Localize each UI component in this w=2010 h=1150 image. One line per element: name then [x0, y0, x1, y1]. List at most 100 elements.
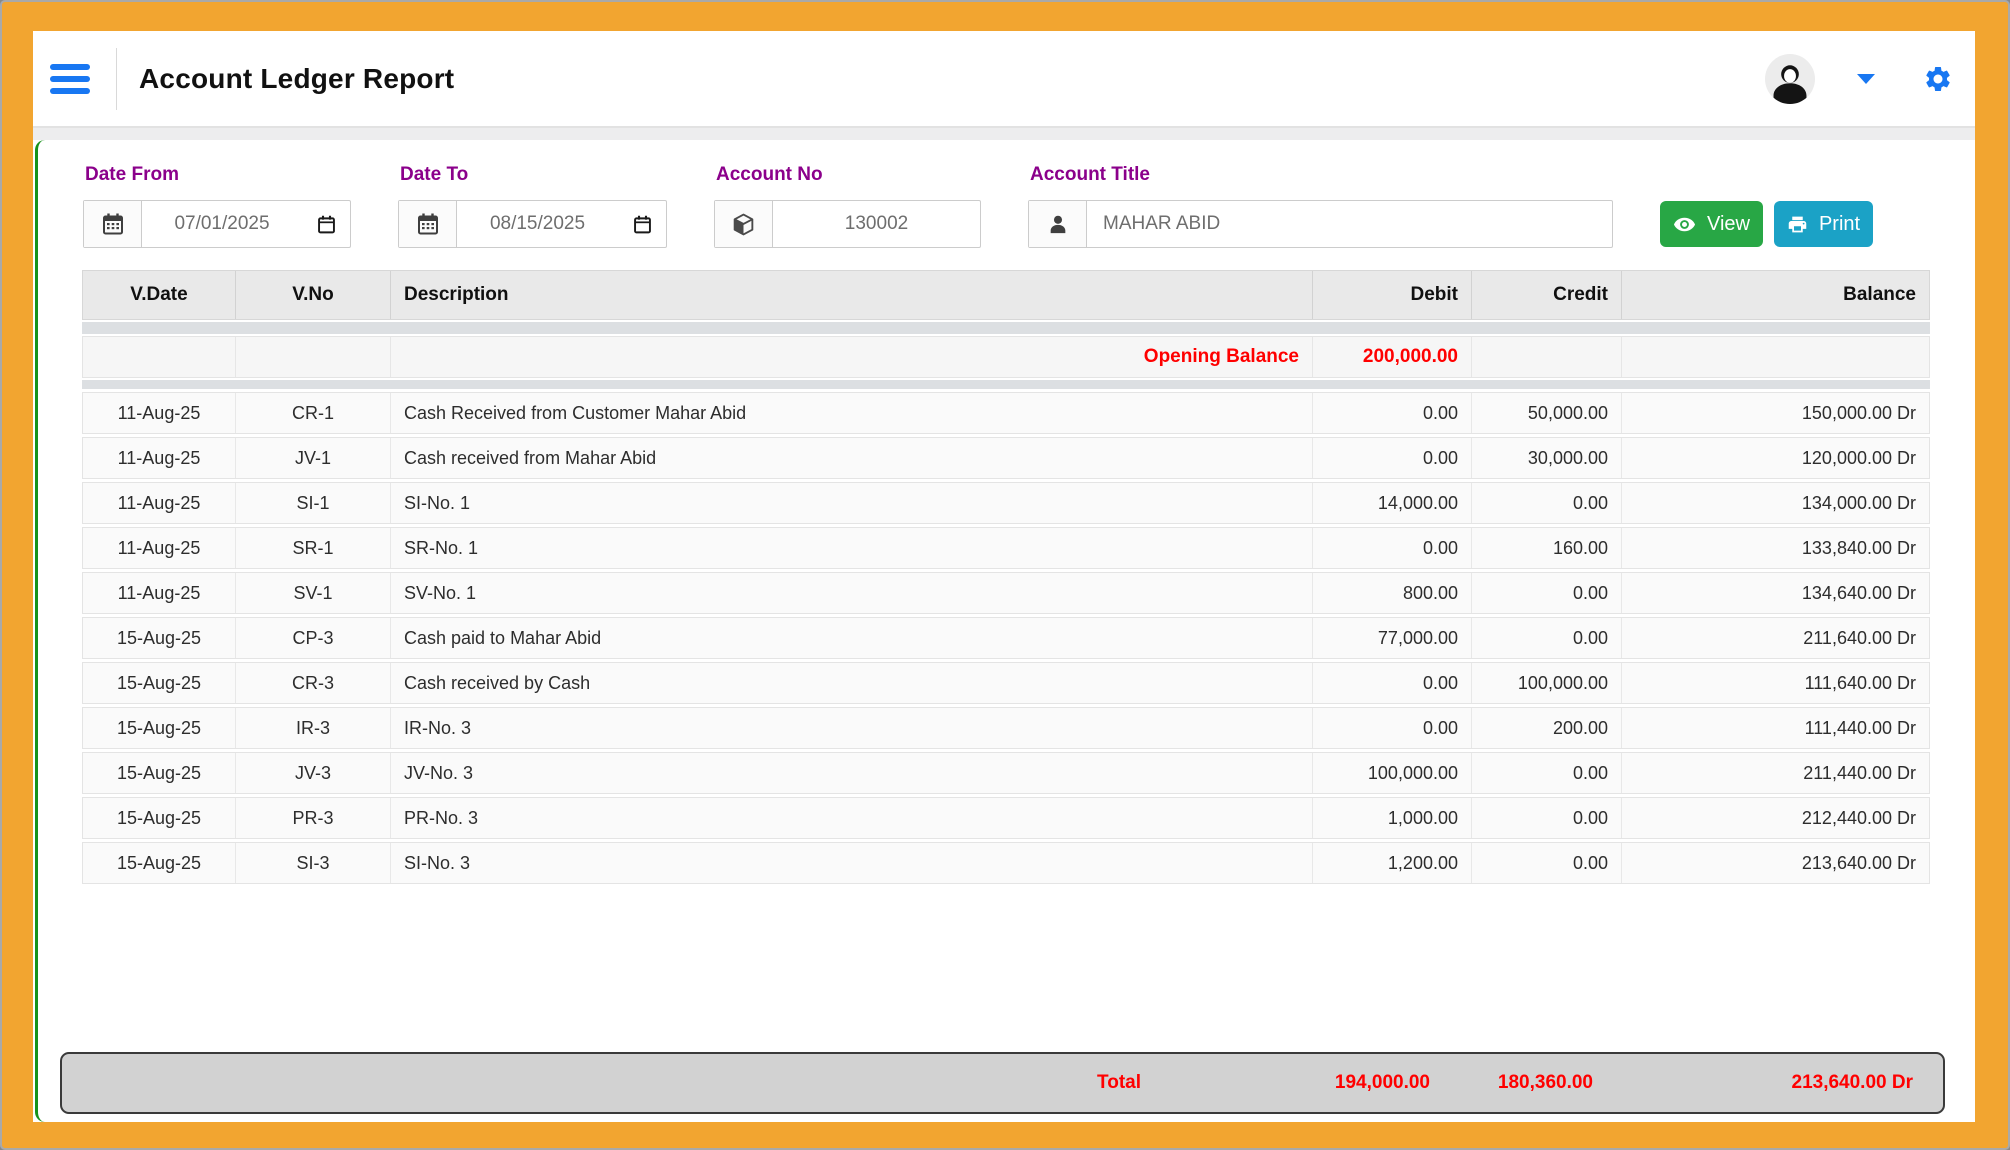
cell-description: Cash received from Mahar Abid	[391, 438, 1313, 478]
table-row: 15-Aug-25 JV-3 JV-No. 3 100,000.00 0.00 …	[82, 752, 1930, 794]
eye-icon	[1673, 213, 1696, 236]
column-header-vno: V.No	[236, 271, 391, 319]
menu-button[interactable]	[50, 60, 92, 98]
opening-balance-debit: 200,000.00	[1313, 337, 1472, 377]
cell-credit: 160.00	[1472, 528, 1622, 568]
filter-bar: Date From	[38, 140, 1975, 248]
cell-debit: 0.00	[1313, 393, 1472, 433]
cell-balance: 133,840.00 Dr	[1622, 528, 1929, 568]
cell-description: SV-No. 1	[391, 573, 1313, 613]
column-header-debit: Debit	[1313, 271, 1472, 319]
account-title-group	[1028, 200, 1613, 248]
cell-description: Cash received by Cash	[391, 663, 1313, 703]
cell-credit: 100,000.00	[1472, 663, 1622, 703]
cell-vdate: 11-Aug-25	[83, 438, 236, 478]
cell-vno: IR-3	[236, 708, 391, 748]
cell-description: IR-No. 3	[391, 708, 1313, 748]
table-separator	[82, 322, 1930, 334]
cell-debit: 0.00	[1313, 528, 1472, 568]
cell-debit: 1,200.00	[1313, 843, 1472, 883]
header-gap	[33, 128, 1975, 140]
cell-vno: CR-1	[236, 393, 391, 433]
cell-description: SI-No. 3	[391, 843, 1313, 883]
cell-vdate: 15-Aug-25	[83, 798, 236, 838]
ledger-table: V.Date V.No Description Debit Credit Bal…	[82, 270, 1930, 884]
cell-balance: 211,640.00 Dr	[1622, 618, 1929, 658]
column-header-vdate: V.Date	[83, 271, 236, 319]
cell-debit: 14,000.00	[1313, 483, 1472, 523]
app-window: Account Ledger Report	[0, 0, 2010, 1150]
date-from-group	[83, 200, 351, 248]
cell-vno: JV-1	[236, 438, 391, 478]
cell-credit: 0.00	[1472, 798, 1622, 838]
header-divider	[116, 48, 117, 110]
calendar-icon	[84, 201, 142, 247]
cell-balance: 134,640.00 Dr	[1622, 573, 1929, 613]
date-to-input[interactable]	[457, 201, 618, 247]
view-button[interactable]: View	[1660, 201, 1763, 247]
cell-balance: 212,440.00 Dr	[1622, 798, 1929, 838]
filter-date-to: Date To	[398, 164, 667, 248]
user-avatar[interactable]	[1765, 54, 1815, 104]
print-button-label: Print	[1819, 213, 1860, 236]
cell-vdate: 15-Aug-25	[83, 753, 236, 793]
cell-vdate: 15-Aug-25	[83, 843, 236, 883]
filter-account-no: Account No	[714, 164, 981, 248]
cell-debit: 800.00	[1313, 573, 1472, 613]
printer-icon	[1787, 214, 1808, 235]
opening-balance-label: Opening Balance	[391, 337, 1313, 377]
cell-description: Cash Received from Customer Mahar Abid	[391, 393, 1313, 433]
account-no-label: Account No	[716, 164, 981, 186]
table-body: 11-Aug-25 CR-1 Cash Received from Custom…	[82, 392, 1930, 884]
table-header-row: V.Date V.No Description Debit Credit Bal…	[82, 270, 1930, 320]
content-area: Account Ledger Report	[33, 31, 1975, 1122]
date-picker-indicator-icon[interactable]	[618, 201, 666, 247]
table-row: 11-Aug-25 SV-1 SV-No. 1 800.00 0.00 134,…	[82, 572, 1930, 614]
table-separator	[82, 380, 1930, 389]
settings-button[interactable]	[1923, 64, 1953, 94]
table-row: 15-Aug-25 CR-3 Cash received by Cash 0.0…	[82, 662, 1930, 704]
cell-vdate	[83, 337, 236, 377]
column-header-credit: Credit	[1472, 271, 1622, 319]
cell-debit: 0.00	[1313, 708, 1472, 748]
account-title-input[interactable]	[1087, 201, 1612, 247]
cell-vno: SV-1	[236, 573, 391, 613]
column-header-balance: Balance	[1622, 271, 1929, 319]
date-to-group	[398, 200, 667, 248]
cell-vno	[236, 337, 391, 377]
table-row: 11-Aug-25 CR-1 Cash Received from Custom…	[82, 392, 1930, 434]
cell-vdate: 11-Aug-25	[83, 573, 236, 613]
cell-vno: CP-3	[236, 618, 391, 658]
gear-icon	[1923, 64, 1953, 94]
table-row: 11-Aug-25 SR-1 SR-No. 1 0.00 160.00 133,…	[82, 527, 1930, 569]
date-from-input[interactable]	[142, 201, 302, 247]
table-row: 11-Aug-25 JV-1 Cash received from Mahar …	[82, 437, 1930, 479]
account-title-label: Account Title	[1030, 164, 1613, 186]
cell-vdate: 11-Aug-25	[83, 528, 236, 568]
opening-balance-row: Opening Balance 200,000.00	[82, 336, 1930, 378]
cell-credit: 0.00	[1472, 843, 1622, 883]
chevron-down-icon[interactable]	[1857, 74, 1875, 84]
cell-debit: 100,000.00	[1313, 753, 1472, 793]
cell-credit: 0.00	[1472, 618, 1622, 658]
cell-credit: 0.00	[1472, 573, 1622, 613]
account-no-group	[714, 200, 981, 248]
date-picker-indicator-icon[interactable]	[302, 201, 350, 247]
print-button[interactable]: Print	[1774, 201, 1873, 247]
account-no-input[interactable]	[773, 201, 980, 247]
table-row: 15-Aug-25 CP-3 Cash paid to Mahar Abid 7…	[82, 617, 1930, 659]
cell-balance: 213,640.00 Dr	[1622, 843, 1929, 883]
total-balance: 213,640.00 Dr	[1606, 1072, 1929, 1094]
cell-balance: 134,000.00 Dr	[1622, 483, 1929, 523]
hamburger-icon	[50, 88, 90, 94]
cell-debit: 77,000.00	[1313, 618, 1472, 658]
cell-balance: 211,440.00 Dr	[1622, 753, 1929, 793]
page-title: Account Ledger Report	[139, 63, 454, 95]
view-button-label: View	[1707, 213, 1750, 236]
cell-balance: 120,000.00 Dr	[1622, 438, 1929, 478]
cell-credit: 50,000.00	[1472, 393, 1622, 433]
cell-vno: JV-3	[236, 753, 391, 793]
cell-vno: SI-3	[236, 843, 391, 883]
table-row: 15-Aug-25 IR-3 IR-No. 3 0.00 200.00 111,…	[82, 707, 1930, 749]
cell-debit: 1,000.00	[1313, 798, 1472, 838]
